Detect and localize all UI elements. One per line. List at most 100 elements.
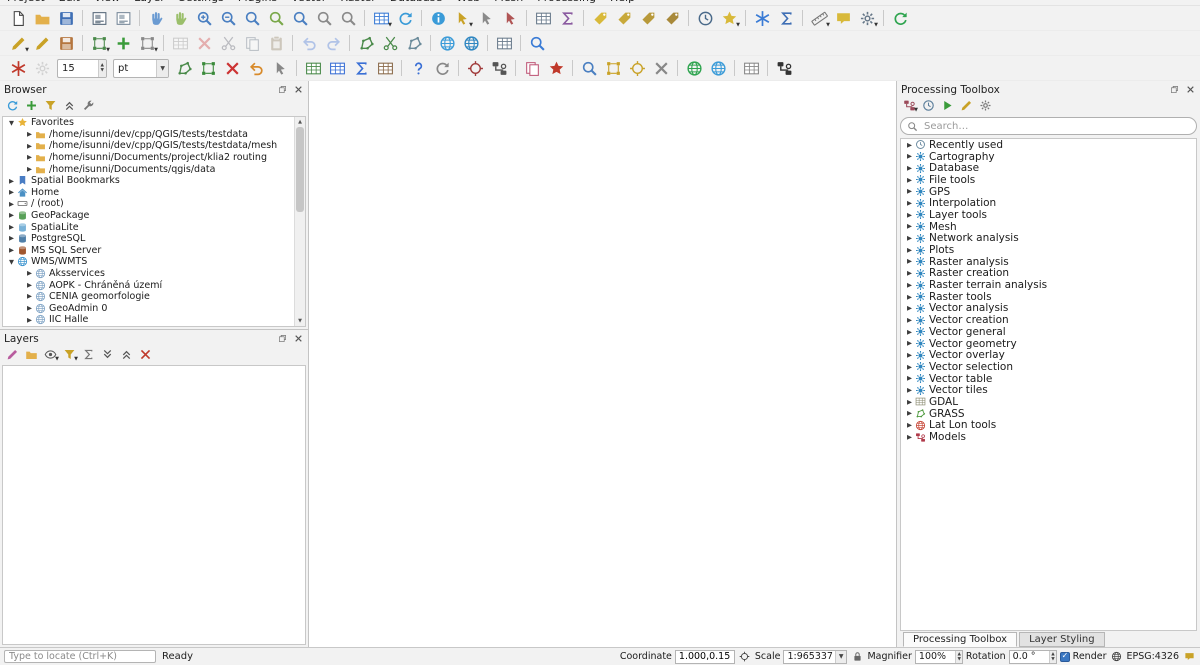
select-by-expression[interactable] xyxy=(475,7,497,29)
processing-tree-item[interactable]: Lat Lon tools xyxy=(901,420,1196,432)
expander-icon[interactable] xyxy=(904,387,915,394)
expander-icon[interactable] xyxy=(6,259,17,266)
search-input[interactable] xyxy=(922,120,1190,133)
select-radius-tool[interactable] xyxy=(626,57,648,79)
temporal-controller[interactable] xyxy=(694,7,716,29)
options[interactable] xyxy=(977,97,994,114)
remove-layer[interactable] xyxy=(137,346,154,363)
expander-icon[interactable] xyxy=(6,247,17,254)
clear-selection-tool[interactable] xyxy=(650,57,672,79)
coordinate-input[interactable] xyxy=(675,650,735,664)
history[interactable] xyxy=(920,97,937,114)
processing-tree-item[interactable]: Vector table xyxy=(901,373,1196,385)
filter-by-expression[interactable] xyxy=(80,346,97,363)
browser-tree-item[interactable]: Home xyxy=(3,187,305,199)
locate-input[interactable] xyxy=(4,650,156,663)
plugin-reload[interactable] xyxy=(889,7,911,29)
processing-tree-item[interactable]: Raster tools xyxy=(901,291,1196,303)
zoom-next[interactable] xyxy=(337,7,359,29)
spin-arrows-icon[interactable]: ▲▼ xyxy=(955,651,961,663)
select-features[interactable] xyxy=(451,7,473,29)
browser-tree-item[interactable]: /home/isunni/dev/cpp/QGIS/tests/testdata… xyxy=(3,140,305,152)
modify-attributes[interactable] xyxy=(169,32,191,54)
dock-tab[interactable]: Layer Styling xyxy=(1019,632,1105,647)
help-tool[interactable] xyxy=(407,57,429,79)
expander-icon[interactable] xyxy=(904,235,915,242)
menu-item[interactable]: Web xyxy=(449,0,487,4)
map-canvas[interactable] xyxy=(309,81,896,647)
scroll-down-icon[interactable]: ▼ xyxy=(295,316,305,326)
expander-icon[interactable] xyxy=(24,270,35,277)
layer-diagrams[interactable] xyxy=(613,7,635,29)
browser-tree-item[interactable]: / (root) xyxy=(3,198,305,210)
expander-icon[interactable] xyxy=(24,143,35,150)
expander-icon[interactable] xyxy=(904,329,915,336)
menu-item[interactable]: Raster xyxy=(333,0,382,4)
expander-icon[interactable] xyxy=(24,166,35,173)
grid-tool[interactable] xyxy=(740,57,762,79)
highlight-pinned-labels[interactable] xyxy=(661,7,683,29)
expander-icon[interactable] xyxy=(904,200,915,207)
browser-tree-item[interactable]: AOPK - Chráněná území xyxy=(3,279,305,291)
expander-icon[interactable] xyxy=(904,364,915,371)
processing-tree-item[interactable]: GRASS xyxy=(901,408,1196,420)
expander-icon[interactable] xyxy=(904,305,915,312)
browser-tree-item[interactable]: /home/isunni/Documents/project/klia2 rou… xyxy=(3,152,305,164)
expander-icon[interactable] xyxy=(904,399,915,406)
menu-item[interactable]: Project xyxy=(0,0,52,4)
open-layer-styling-panel[interactable] xyxy=(4,346,21,363)
statistical-summary[interactable] xyxy=(556,7,578,29)
plugin-combobox[interactable]: pt ▼ xyxy=(113,59,169,78)
lock-scale-icon[interactable] xyxy=(850,650,864,664)
plugin-tool-2[interactable] xyxy=(31,57,53,79)
expander-icon[interactable] xyxy=(904,258,915,265)
plugin-tool-7[interactable] xyxy=(269,57,291,79)
browser-tree-item[interactable]: Spatial Bookmarks xyxy=(3,175,305,187)
crs-value[interactable]: EPSG:4326 xyxy=(1126,651,1179,662)
processing-tree-item[interactable]: Cartography xyxy=(901,151,1196,163)
save-layer-edits[interactable] xyxy=(55,32,77,54)
results-viewer[interactable] xyxy=(939,97,956,114)
scroll-thumb[interactable] xyxy=(296,127,304,212)
edit-features-in-place[interactable] xyxy=(958,97,975,114)
expander-icon[interactable] xyxy=(6,235,17,242)
show-properties-widget[interactable] xyxy=(80,97,97,114)
browser-tree-item[interactable]: IIC Halle xyxy=(3,314,305,326)
plugin-tool-3[interactable] xyxy=(173,57,195,79)
split-features[interactable] xyxy=(379,32,401,54)
plugin-tool-5[interactable] xyxy=(221,57,243,79)
menu-item[interactable]: Processing xyxy=(530,0,603,4)
cut-features[interactable] xyxy=(217,32,239,54)
attribute-grid[interactable] xyxy=(493,32,515,54)
toggle-extents-icon[interactable] xyxy=(738,650,752,664)
open-project[interactable] xyxy=(31,7,53,29)
menu-item[interactable]: Layer xyxy=(127,0,172,4)
expander-icon[interactable] xyxy=(904,317,915,324)
expander-icon[interactable] xyxy=(24,282,35,289)
new-spatial-bookmark[interactable] xyxy=(718,7,740,29)
zoom-tool[interactable] xyxy=(578,57,600,79)
processing-tree-item[interactable]: Layer tools xyxy=(901,209,1196,221)
metasearch[interactable] xyxy=(526,32,548,54)
expander-icon[interactable] xyxy=(904,142,915,149)
browser-tree-item[interactable]: Aksservices xyxy=(3,268,305,280)
raster-tool[interactable] xyxy=(374,57,396,79)
processing-tree-item[interactable]: Mesh xyxy=(901,221,1196,233)
zoom-to-layer[interactable] xyxy=(289,7,311,29)
paste-features[interactable] xyxy=(265,32,287,54)
identify-tool[interactable] xyxy=(464,57,486,79)
processing-tree-item[interactable]: Vector general xyxy=(901,326,1196,338)
processing-tree-item[interactable]: Raster terrain analysis xyxy=(901,279,1196,291)
undo[interactable] xyxy=(298,32,320,54)
processing-tree-item[interactable]: Network analysis xyxy=(901,233,1196,245)
table-tool-1[interactable] xyxy=(302,57,324,79)
expander-icon[interactable] xyxy=(6,120,17,127)
processing-search[interactable] xyxy=(900,117,1197,135)
close-icon[interactable] xyxy=(1184,84,1196,96)
spin-arrows-icon[interactable]: ▲▼ xyxy=(98,60,106,77)
undock-icon[interactable] xyxy=(276,84,288,96)
menu-item[interactable]: Vector xyxy=(284,0,333,4)
expander-icon[interactable] xyxy=(904,294,915,301)
delete-selected[interactable] xyxy=(193,32,215,54)
browser-tree-item[interactable]: CENIA geomorfologie xyxy=(3,291,305,303)
